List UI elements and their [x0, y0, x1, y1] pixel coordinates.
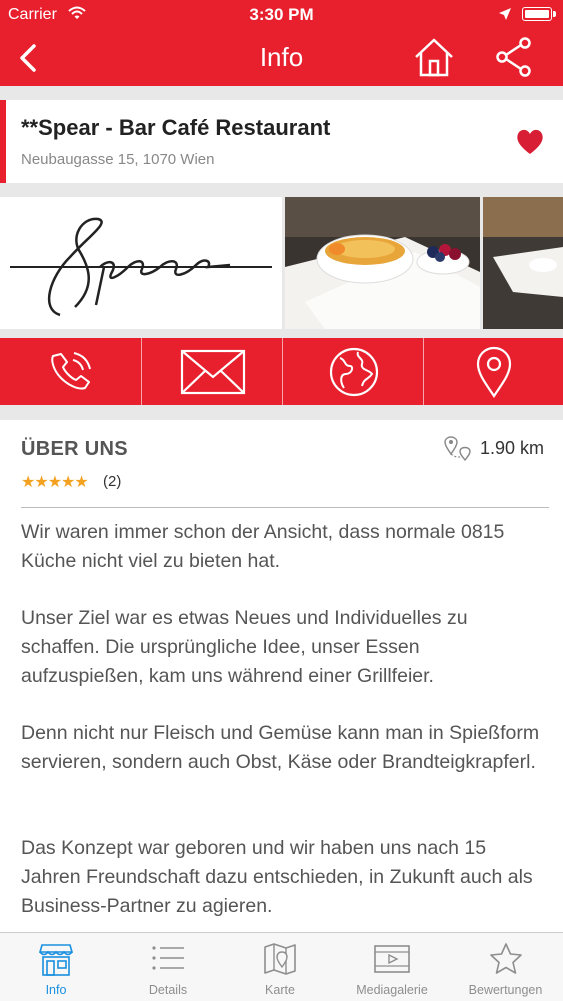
venue-name: **Spear - Bar Café Restaurant	[21, 115, 331, 140]
distance-pins-icon	[444, 436, 471, 462]
page-title: Info	[259, 42, 304, 72]
tab-label: Bewertungen	[468, 983, 543, 997]
dish-photo[interactable]	[483, 197, 563, 329]
about-paragraph: Wir waren immer schon der Ansicht, dass …	[21, 521, 505, 572]
mail-icon	[180, 349, 245, 394]
distance-value: 1.90 km	[480, 438, 545, 458]
venue-header: **Spear - Bar Café Restaurant Neubaugass…	[0, 100, 563, 183]
nav-bar: Info	[0, 30, 563, 86]
battery-icon	[522, 7, 552, 21]
location-pin-icon	[476, 346, 512, 398]
spear-logo-icon	[10, 217, 272, 317]
dish-photo-graphic	[483, 197, 563, 329]
venue-address: Neubaugasse 15, 1070 Wien	[21, 151, 215, 168]
globe-icon	[329, 347, 378, 396]
about-heading: ÜBER UNS	[21, 438, 128, 460]
logo-image[interactable]	[0, 197, 282, 329]
tab-label: Info	[45, 983, 67, 997]
storefront-icon	[38, 944, 74, 976]
call-icon	[50, 351, 91, 389]
tab-bewertungen[interactable]: Bewertungen	[448, 933, 563, 1001]
call-button[interactable]	[0, 338, 141, 405]
accent-bar	[0, 100, 6, 183]
dessert-photo-graphic	[285, 197, 480, 329]
tab-label: Karte	[265, 983, 295, 997]
tab-karte[interactable]: Karte	[224, 933, 336, 1001]
tab-label: Mediagalerie	[356, 983, 428, 997]
tab-label: Details	[148, 983, 188, 997]
map-button[interactable]	[423, 338, 563, 405]
tab-info[interactable]: Info	[0, 933, 112, 1001]
about-section: ÜBER UNS 1.90 km ★★★★★ (2) Wir waren imm…	[0, 420, 563, 932]
status-time: 3:30 PM	[249, 5, 314, 24]
divider	[21, 507, 549, 508]
favorite-heart-icon[interactable]	[515, 128, 545, 156]
home-icon[interactable]	[412, 35, 456, 79]
mail-button[interactable]	[141, 338, 283, 405]
dessert-photo[interactable]	[285, 197, 480, 329]
photo-gallery[interactable]	[0, 197, 563, 329]
website-button[interactable]	[282, 338, 424, 405]
tab-mediagalerie[interactable]: Mediagalerie	[336, 933, 448, 1001]
action-row	[0, 338, 563, 405]
tab-bar: Info Details Karte Mediagalerie Bewertun…	[0, 932, 563, 1001]
rating-count: (2)	[103, 473, 122, 490]
about-paragraph: Denn nicht nur Fleisch und Gemüse kann m…	[21, 722, 540, 773]
list-icon	[152, 946, 184, 970]
about-paragraph: Unser Ziel war es etwas Neues und Indivi…	[21, 607, 468, 687]
film-icon	[374, 945, 410, 973]
map-icon	[264, 943, 296, 975]
rating-stars: ★★★★★	[21, 474, 89, 491]
battery-tip	[553, 11, 556, 17]
about-paragraph: Das Konzept war geboren und wir haben un…	[21, 837, 533, 917]
status-bar: Carrier 3:30 PM	[0, 0, 563, 30]
location-arrow-icon	[499, 8, 511, 20]
tab-details[interactable]: Details	[112, 933, 224, 1001]
star-icon	[489, 943, 522, 974]
share-icon[interactable]	[493, 35, 537, 79]
